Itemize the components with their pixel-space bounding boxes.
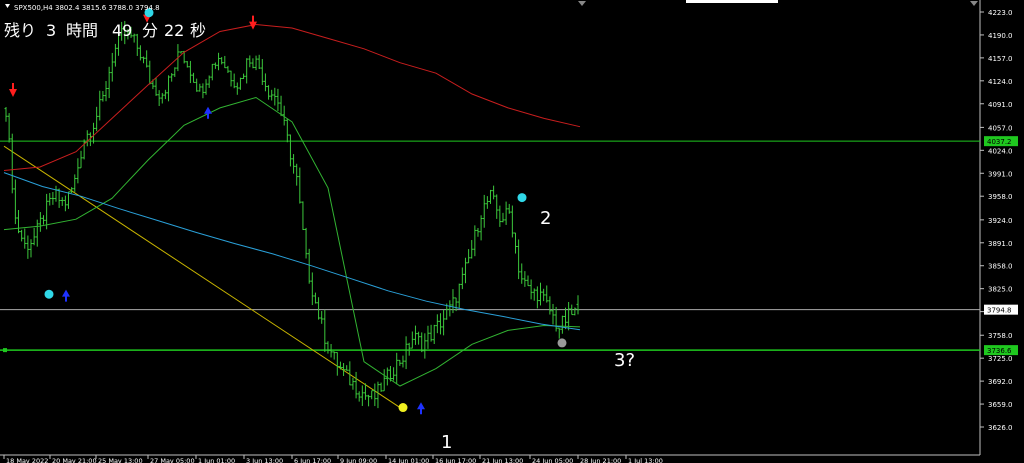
time-tick-label: 6 Jun 17:00 — [294, 457, 331, 463]
price-tick-label: 3825.0 — [988, 286, 1013, 294]
time-tick-label: 28 Jun 21:00 — [580, 457, 621, 463]
price-tick-label: 3626.0 — [988, 424, 1013, 432]
countdown-seconds-unit: 秒 — [190, 21, 206, 40]
price-tick-label: 4124.0 — [988, 78, 1013, 86]
countdown-hours: 3 — [46, 21, 56, 40]
countdown-hours-unit: 時間 — [66, 21, 98, 40]
price-tick-label: 3991.0 — [988, 170, 1013, 178]
price-label-text: 3736.6 — [987, 347, 1012, 355]
price-tick-label: 3958.0 — [988, 193, 1013, 201]
price-tick-label: 4157.0 — [988, 55, 1013, 63]
time-tick-label: 16 Jun 17:00 — [435, 457, 476, 463]
yellow-dot-marker — [398, 403, 408, 413]
time-tick-label: 9 Jun 09:00 — [340, 457, 377, 463]
countdown-prefix: 残り — [4, 21, 36, 40]
price-tick-label: 3891.0 — [988, 240, 1013, 248]
price-tick-label: 4223.0 — [988, 9, 1013, 17]
annotation-2: 2 — [540, 208, 551, 229]
time-tick-label: 18 May 2022 — [6, 457, 48, 463]
price-tick-label: 3725.0 — [988, 355, 1013, 363]
price-tick-label: 3692.0 — [988, 378, 1013, 386]
countdown-minutes-unit: 分 — [142, 21, 158, 40]
price-tick-label: 4091.0 — [988, 101, 1013, 109]
cyan-dot-marker — [517, 193, 527, 203]
time-tick-label: 14 Jun 01:00 — [388, 457, 429, 463]
price-tick-label: 3758.0 — [988, 332, 1013, 340]
symbol-header: SPX500,H4 3802.4 3815.6 3788.0 3794.8 — [14, 4, 160, 12]
time-tick-label: 1 Jun 01:00 — [198, 457, 235, 463]
price-tick-label: 4190.0 — [988, 32, 1013, 40]
countdown-seconds: 22 — [164, 21, 184, 40]
time-tick-label: 20 May 21:00 — [52, 457, 97, 463]
price-tick-label: 4057.0 — [988, 124, 1013, 132]
price-tick-label: 3858.0 — [988, 263, 1013, 271]
price-tick-label: 3659.0 — [988, 401, 1013, 409]
time-tick-label: 3 Jun 13:00 — [246, 457, 283, 463]
time-tick-label: 27 May 05:00 — [150, 457, 195, 463]
hline-anchor[interactable] — [3, 348, 7, 353]
price-label-text: 4037.2 — [987, 138, 1012, 146]
time-tick-label: 21 Jun 13:00 — [482, 457, 523, 463]
time-tick-label: 1 Jul 13:00 — [628, 457, 663, 463]
time-tick-label: 24 Jun 05:00 — [532, 457, 573, 463]
cyan-dot-marker — [44, 289, 54, 299]
toolbar-remnant — [686, 0, 778, 3]
gray-dot-marker — [557, 338, 567, 348]
countdown-minutes: 49 — [112, 21, 132, 40]
annotation-1: 1 — [441, 432, 452, 453]
annotation-3: 3? — [614, 350, 635, 371]
price-label-text: 3794.8 — [987, 307, 1012, 315]
price-tick-label: 4024.0 — [988, 147, 1013, 155]
price-tick-label: 3924.0 — [988, 217, 1013, 225]
time-tick-label: 25 May 13:00 — [98, 457, 143, 463]
price-chart[interactable]: 4223.0 4190.0 4157.0 4124.0 4091.0 4057.0 4024… — [0, 0, 1024, 463]
